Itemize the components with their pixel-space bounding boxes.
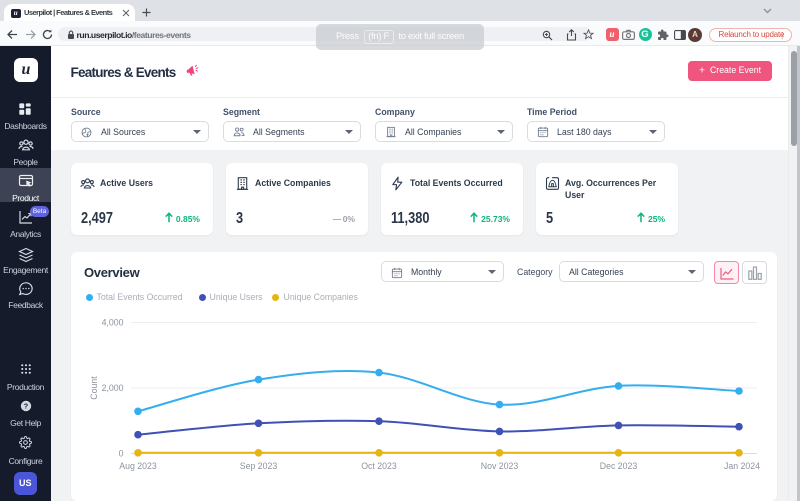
svg-text:?: ? <box>23 401 27 410</box>
svg-text:Jan 2024: Jan 2024 <box>724 461 760 471</box>
svg-text:4,000: 4,000 <box>102 318 124 328</box>
svg-text:Aug 2023: Aug 2023 <box>119 461 157 471</box>
svg-text:Sep 2023: Sep 2023 <box>240 461 278 471</box>
svg-text:Dec 2023: Dec 2023 <box>600 461 638 471</box>
svg-text:0: 0 <box>119 449 124 459</box>
svg-text:Count: Count <box>89 376 99 400</box>
svg-text:Oct 2023: Oct 2023 <box>361 461 397 471</box>
svg-text:2,000: 2,000 <box>102 383 124 393</box>
svg-text:Nov 2023: Nov 2023 <box>481 461 519 471</box>
